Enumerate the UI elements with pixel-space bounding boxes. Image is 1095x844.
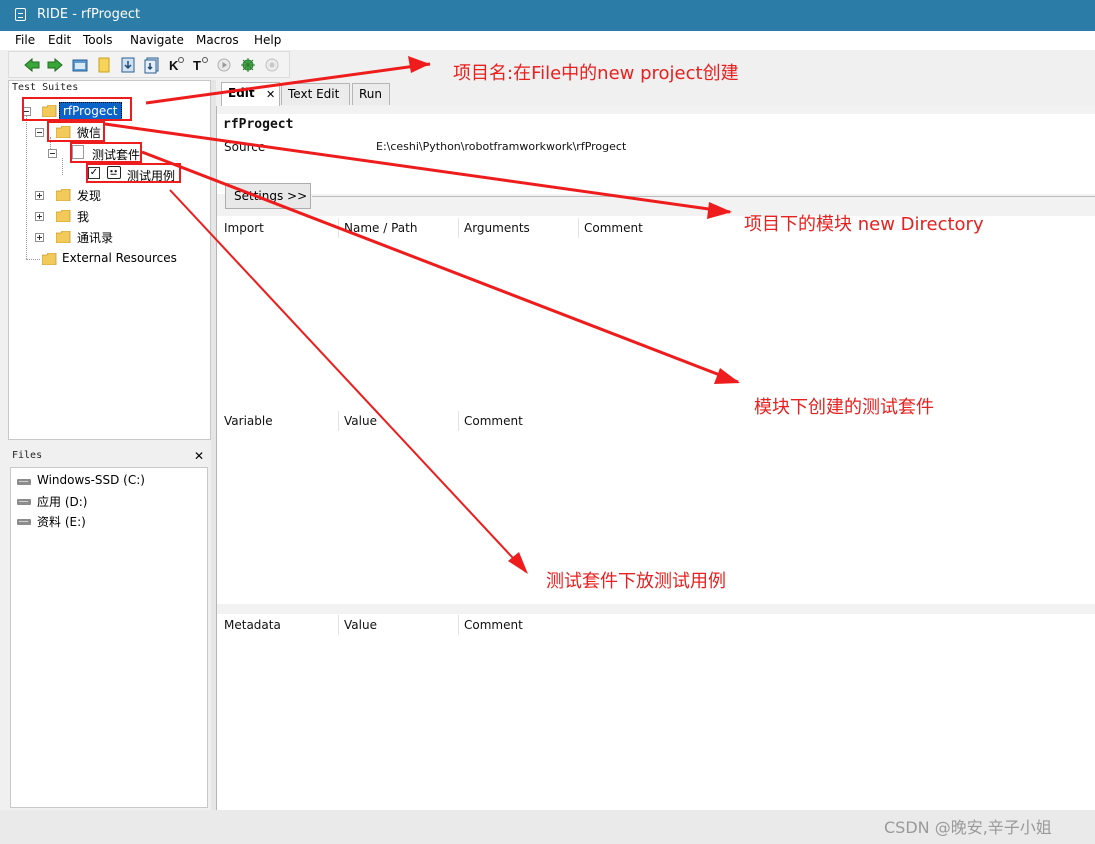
column-separator (338, 411, 339, 431)
settings-divider (312, 196, 1095, 197)
annotation-box-project (22, 97, 132, 121)
menu-file[interactable]: File (15, 33, 35, 47)
drive-icon (17, 519, 31, 525)
folder-icon (56, 231, 71, 243)
text-search-icon[interactable]: T (191, 56, 209, 74)
column-separator (578, 218, 579, 238)
variable-header: Variable (224, 414, 273, 428)
annotation-box-testcase (86, 163, 181, 183)
annotation-directory: 项目下的模块 new Directory (744, 214, 984, 235)
editor-band (217, 106, 1095, 114)
metadata-header: Metadata (224, 618, 281, 632)
tree-guide-line (26, 115, 27, 259)
import-header: Import (224, 221, 264, 235)
tree-item-wo[interactable]: 我 (77, 208, 89, 225)
metadata-value-header: Value (344, 618, 377, 632)
column-separator (338, 615, 339, 635)
tab-run[interactable]: Run (352, 83, 390, 105)
tree-item-tongxunlu[interactable]: 通讯录 (77, 229, 113, 246)
tree-expander-directory[interactable] (35, 128, 44, 137)
tab-close-icon[interactable]: ✕ (266, 88, 275, 101)
app-icon (15, 8, 26, 21)
arrow-head-project (408, 56, 430, 73)
source-path: E:\ceshi\Python\robotframworkwork\rfProg… (376, 140, 627, 153)
tab-edit-label: Edit (228, 86, 255, 100)
metadata-comment-header: Comment (464, 618, 523, 632)
tree-expander-faxian[interactable] (35, 191, 44, 200)
annotation-project: 项目名:在File中的new project创建 (453, 63, 739, 84)
drive-item-e[interactable]: 资料 (E:) (37, 513, 86, 530)
tab-edit[interactable]: Edit ✕ (221, 82, 280, 106)
folder-icon (56, 210, 71, 222)
stop-icon[interactable] (263, 56, 281, 74)
tree-expander-wo[interactable] (35, 212, 44, 221)
run-icon[interactable] (215, 56, 233, 74)
tree-item-faxian[interactable]: 发现 (77, 187, 101, 204)
name-path-header: Name / Path (344, 221, 418, 235)
menu-edit[interactable]: Edit (48, 33, 71, 47)
drive-icon (17, 479, 31, 485)
save-all-icon[interactable] (143, 56, 161, 74)
tab-text-edit-label: Text Edit (288, 87, 340, 101)
folder-icon (56, 189, 71, 201)
external-resources-icon (42, 253, 57, 265)
source-label: Source (224, 140, 266, 154)
files-close-icon[interactable]: ✕ (194, 449, 204, 463)
toolbar: K T (8, 51, 290, 78)
files-label: Files (12, 450, 43, 461)
annotation-box-directory (47, 121, 105, 142)
variable-comment-header: Comment (464, 414, 523, 428)
open-folder-icon[interactable] (71, 56, 89, 74)
menu-navigate[interactable]: Navigate (130, 33, 184, 47)
column-separator (458, 218, 459, 238)
watermark: CSDN @晚安,辛子小姐 (884, 818, 1052, 837)
menu-macros[interactable]: Macros (196, 33, 239, 47)
svg-text:T: T (193, 58, 201, 73)
settings-button[interactable]: Settings >> (225, 183, 311, 209)
tree-guide-line (26, 259, 40, 260)
drive-item-d[interactable]: 应用 (D:) (37, 493, 87, 510)
annotation-testcase: 测试套件下放测试用例 (546, 571, 726, 592)
svg-text:K: K (169, 58, 179, 73)
new-folder-icon[interactable] (95, 56, 113, 74)
save-icon[interactable] (119, 56, 137, 74)
menu-bar: File Edit Tools Navigate Macros Help (0, 31, 1095, 50)
tree-expander-suite[interactable] (48, 149, 57, 158)
editor-band (217, 604, 1095, 614)
menu-help[interactable]: Help (254, 33, 281, 47)
suite-name-heading: rfProgect (223, 117, 294, 132)
forward-arrow-icon[interactable] (46, 56, 64, 74)
tab-run-label: Run (359, 87, 383, 101)
annotation-box-suite (70, 142, 142, 163)
debug-icon[interactable] (239, 56, 257, 74)
window-title: RIDE - rfProgect (37, 7, 141, 22)
tree-guide-line (62, 158, 63, 175)
tree-expander-tongxunlu[interactable] (35, 233, 44, 242)
drive-item-c[interactable]: Windows-SSD (C:) (37, 473, 145, 487)
test-suites-label: Test Suites (12, 82, 79, 93)
import-comment-header: Comment (584, 221, 643, 235)
drive-icon (17, 499, 31, 505)
back-arrow-icon[interactable] (23, 56, 41, 74)
menu-tools[interactable]: Tools (83, 33, 113, 47)
tree-item-external-resources[interactable]: External Resources (62, 251, 177, 265)
arguments-header: Arguments (464, 221, 530, 235)
column-separator (338, 218, 339, 238)
title-bar: RIDE - rfProgect (0, 0, 1095, 31)
column-separator (458, 411, 459, 431)
annotation-suite: 模块下创建的测试套件 (754, 397, 934, 418)
variable-value-header: Value (344, 414, 377, 428)
column-separator (458, 615, 459, 635)
tab-text-edit[interactable]: Text Edit (281, 83, 350, 105)
keyword-search-icon[interactable]: K (167, 56, 185, 74)
